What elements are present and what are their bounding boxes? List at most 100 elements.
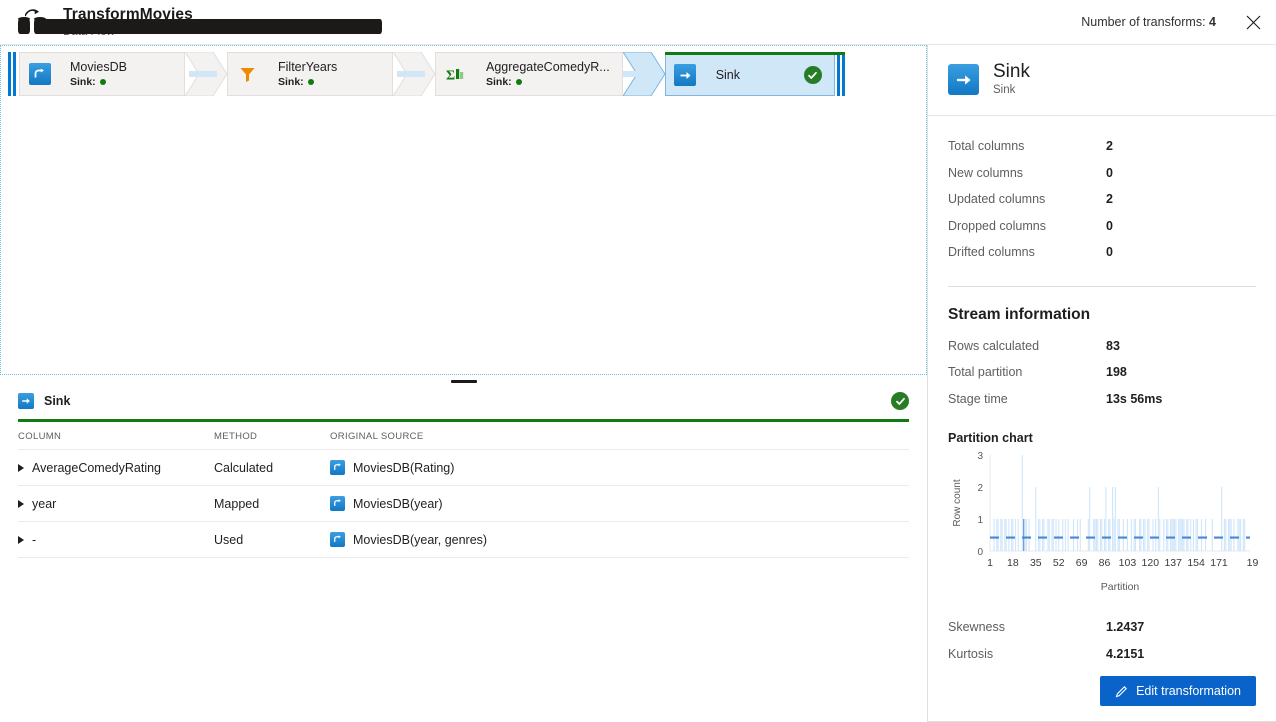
stat-label: Stage time (948, 392, 1106, 406)
table-row[interactable]: AverageComedyRating Calculated (18, 450, 909, 486)
body: MoviesDB Sink: (0, 45, 1276, 722)
sink-icon (18, 393, 34, 409)
detail-pane: Sink COLUMN METHOD (0, 387, 927, 722)
flow-canvas[interactable]: MoviesDB Sink: (0, 45, 927, 375)
svg-text:1: 1 (987, 557, 993, 569)
top-bar: TransformMovies Data Flow Number of tran… (0, 0, 1276, 45)
partition-chart-title: Partition chart (948, 431, 1256, 445)
close-icon (1246, 15, 1261, 30)
stat-row: Total partition 198 (948, 359, 1256, 386)
svg-text:Σ: Σ (446, 68, 455, 83)
node-icon-aggregate: Σ (435, 52, 475, 96)
node-label: Sink (716, 67, 740, 83)
cell-column-name: - (32, 533, 36, 547)
check-circle-icon (804, 66, 822, 84)
node-status: Sink: (70, 75, 172, 89)
table-row[interactable]: - Used (18, 522, 909, 558)
stat-value: 4.2151 (1106, 647, 1144, 661)
node-icon-filter (227, 52, 267, 96)
stat-row: Kurtosis 4.2151 (948, 640, 1256, 664)
panel-header: Sink Sink (928, 45, 1276, 116)
stat-row: Stage time 13s 56ms (948, 386, 1256, 413)
column-header-method: METHOD (214, 422, 330, 450)
flow-node-sink[interactable]: Sink (665, 52, 845, 96)
column-header-original-source: ORIGINAL SOURCE (330, 422, 909, 450)
expand-row-icon[interactable] (18, 464, 24, 472)
stat-label: Updated columns (948, 192, 1106, 206)
stat-value: 0 (1106, 245, 1113, 259)
stat-row: Drifted columns 0 (948, 239, 1256, 266)
svg-text:69: 69 (1076, 557, 1088, 569)
columns-table: COLUMN METHOD ORIGINAL SOURCE AverageCom… (18, 422, 909, 558)
stat-row: Updated columns 2 (948, 186, 1256, 213)
stat-row: Total columns 2 (948, 133, 1256, 160)
svg-text:137: 137 (1164, 557, 1182, 569)
flow-node-aggregate[interactable]: Σ AggregateComedyR... Sink: (435, 52, 623, 96)
node-body: AggregateComedyR... Sink: (475, 52, 623, 96)
divider (948, 286, 1256, 287)
stat-value: 2 (1106, 139, 1113, 153)
data-flow-monitor-window: TransformMovies Data Flow Number of tran… (0, 0, 1276, 722)
svg-text:52: 52 (1053, 557, 1065, 569)
stat-value: 0 (1106, 219, 1113, 233)
stat-label: Total columns (948, 139, 1106, 153)
column-stats-list: Total columns 2 New columns 0 Updated co… (948, 116, 1256, 266)
panel-title: Sink (993, 61, 1030, 83)
stat-row: New columns 0 (948, 160, 1256, 187)
node-icon-sink (665, 55, 705, 96)
aggregate-sigma-icon: Σ (446, 66, 465, 83)
expand-row-icon[interactable] (18, 536, 24, 544)
stat-value: 13s 56ms (1106, 392, 1162, 406)
source-dataset-icon (330, 496, 345, 511)
stat-value: 83 (1106, 339, 1120, 353)
brand: TransformMovies Data Flow (18, 6, 193, 39)
connector-2 (393, 52, 435, 96)
node-body: MoviesDB Sink: (59, 52, 185, 96)
check-circle-icon (891, 392, 909, 410)
node-status: Sink: (486, 75, 610, 89)
resize-grip-icon (451, 380, 477, 383)
node-label: FilterYears (278, 59, 380, 75)
close-button[interactable] (1230, 0, 1276, 44)
source-dataset-icon (29, 63, 51, 85)
panel-subtitle: Sink (993, 83, 1030, 98)
stat-value: 198 (1106, 365, 1127, 379)
svg-text:120: 120 (1142, 557, 1160, 569)
svg-text:103: 103 (1119, 557, 1137, 569)
stat-label: Kurtosis (948, 647, 1106, 661)
stat-row: Skewness 1.2437 (948, 613, 1256, 640)
svg-text:35: 35 (1030, 557, 1042, 569)
stream-stats-list: Rows calculated 83 Total partition 198 S… (948, 333, 1256, 413)
status-dot-icon (100, 79, 106, 85)
source-dataset-icon (330, 532, 345, 547)
flow-node-moviesdb[interactable]: MoviesDB Sink: (8, 52, 185, 96)
node-icon-source (19, 52, 59, 96)
column-header-column: COLUMN (18, 422, 214, 450)
svg-text:3: 3 (977, 451, 983, 462)
svg-text:154: 154 (1187, 557, 1205, 569)
expand-row-icon[interactable] (18, 500, 24, 508)
node-body: Sink (705, 55, 835, 96)
node-status-label: Sink: (486, 75, 512, 89)
svg-text:Partition: Partition (1101, 581, 1140, 593)
cell-method: Mapped (214, 486, 330, 522)
edit-transformation-label: Edit transformation (1136, 684, 1241, 698)
cell-original-source: MoviesDB(Rating) (353, 461, 454, 475)
edit-transformation-button[interactable]: Edit transformation (1100, 676, 1256, 706)
detail-status-badge (891, 392, 909, 410)
svg-text:171: 171 (1210, 557, 1228, 569)
panel-content: Total columns 2 New columns 0 Updated co… (928, 116, 1276, 664)
partition-chart-svg: 0123Row count118355269861031201371541711… (948, 447, 1258, 597)
cell-method: Used (214, 522, 330, 558)
svg-text:Row count: Row count (952, 479, 963, 526)
svg-text:198: 198 (1247, 557, 1258, 569)
panel-resize-handle[interactable] (0, 375, 927, 387)
top-bar-right: Number of transforms: 4 (1081, 0, 1276, 44)
panel-footer: Edit transformation (928, 664, 1276, 722)
cell-original-source: MoviesDB(year, genres) (353, 533, 487, 547)
connector-3 (623, 52, 665, 96)
table-row[interactable]: year Mapped (18, 486, 909, 522)
stat-label: Dropped columns (948, 219, 1106, 233)
stat-row: Dropped columns 0 (948, 213, 1256, 240)
flow-node-filteryears[interactable]: FilterYears Sink: (227, 52, 393, 96)
